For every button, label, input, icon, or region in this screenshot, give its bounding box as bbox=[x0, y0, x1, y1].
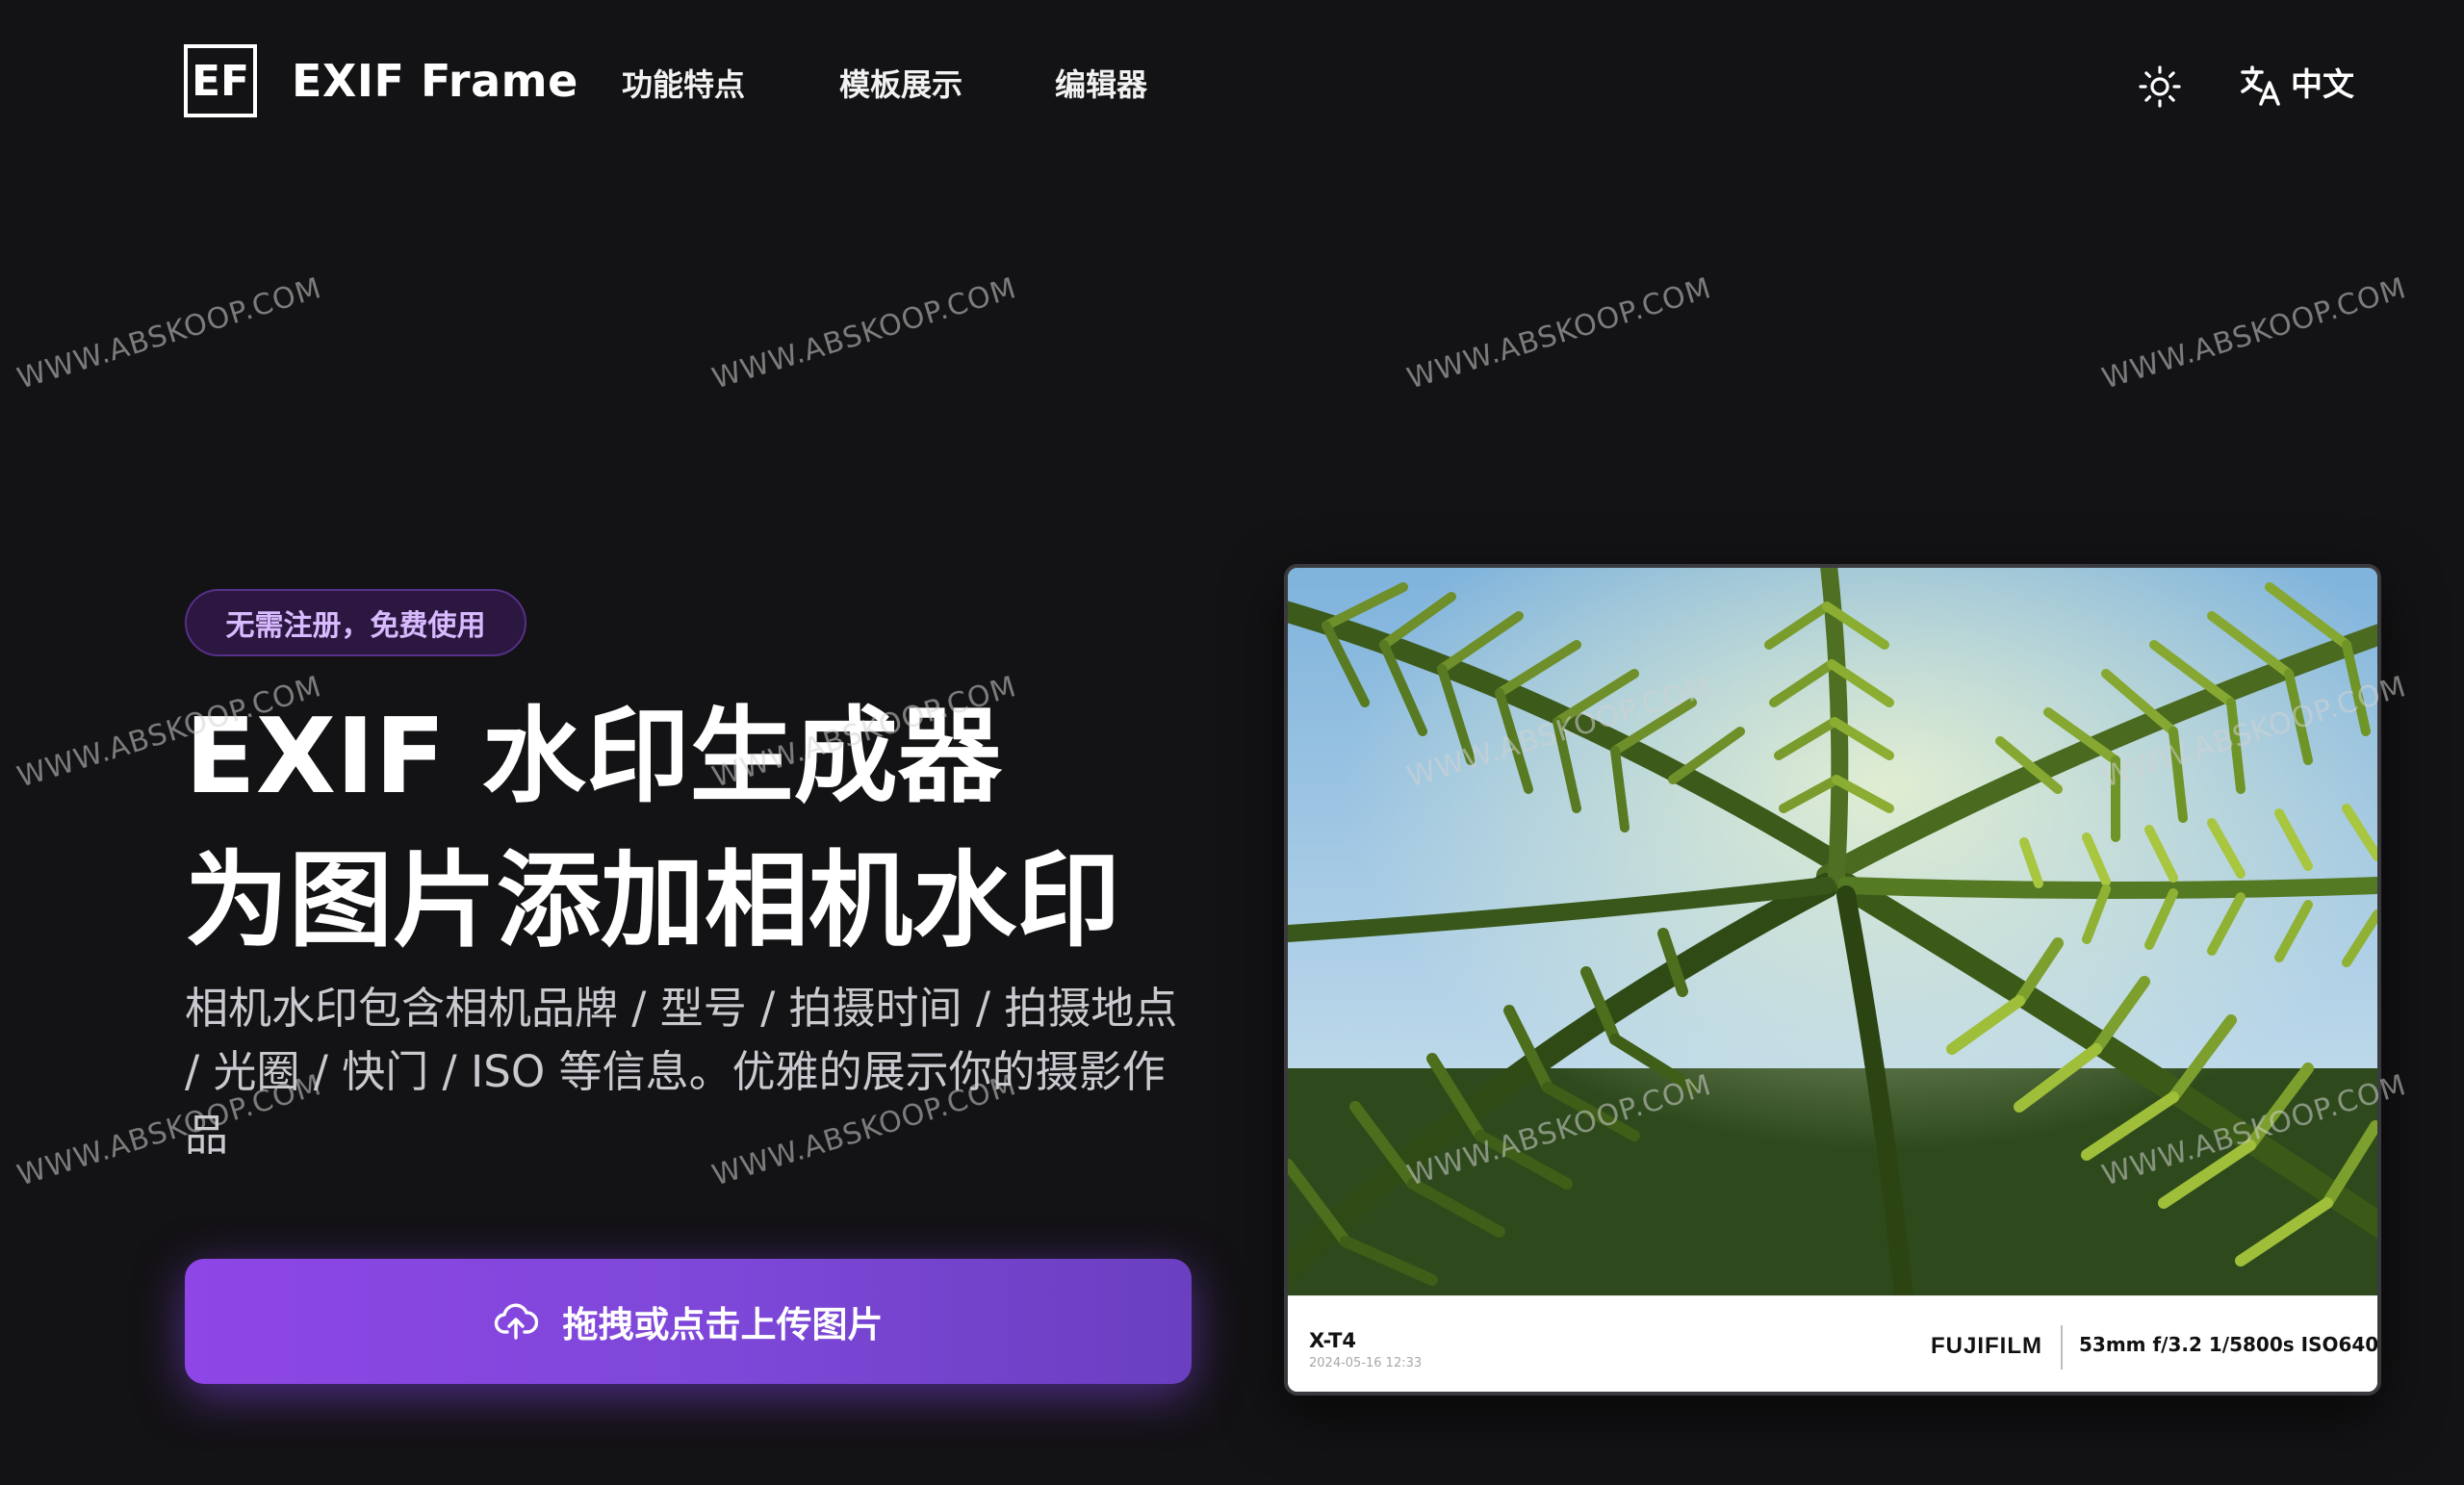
page: EF EXIF Frame 功能特点 模板展示 编辑器 中文 无需注册，免费使用… bbox=[0, 0, 2464, 1485]
watermark-text: WWW.ABSKOOP.COM bbox=[1403, 270, 1716, 397]
preview-card: X-T4 2024-05-16 12:33 FUJIFILM 53mm f/3.… bbox=[1284, 564, 2381, 1395]
language-switch[interactable]: 中文 bbox=[2291, 64, 2354, 106]
exposure-params: 53mm f/3.2 1/5800s ISO640 bbox=[2079, 1333, 2379, 1356]
top-navbar: EF EXIF Frame 功能特点 模板展示 编辑器 中文 bbox=[0, 0, 2464, 169]
exif-info-bar: X-T4 2024-05-16 12:33 FUJIFILM 53mm f/3.… bbox=[1288, 1295, 2377, 1392]
hero-title-line-2: 为图片添加相机水印 bbox=[185, 841, 1121, 961]
logo-text[interactable]: EXIF Frame bbox=[292, 52, 578, 110]
sun-icon[interactable] bbox=[2137, 64, 2183, 110]
nav-item-features[interactable]: 功能特点 bbox=[622, 64, 745, 106]
exif-divider bbox=[2061, 1325, 2063, 1370]
translate-icon[interactable] bbox=[2239, 64, 2283, 108]
sample-photo bbox=[1288, 568, 2377, 1295]
capture-date: 2024-05-16 12:33 bbox=[1309, 1356, 1423, 1370]
upload-button-label: 拖拽或点击上传图片 bbox=[562, 1304, 884, 1345]
logo-mark[interactable]: EF bbox=[184, 44, 257, 117]
upload-button[interactable]: 拖拽或点击上传图片 bbox=[185, 1259, 1192, 1384]
nav-item-editor[interactable]: 编辑器 bbox=[1055, 64, 1147, 106]
camera-model: X-T4 bbox=[1309, 1329, 1357, 1352]
hero-title-line-1: EXIF 水印生成器 bbox=[185, 697, 1002, 817]
nav-item-templates[interactable]: 模板展示 bbox=[839, 64, 962, 106]
brand-logo: FUJIFILM bbox=[1931, 1333, 2042, 1359]
hero-description: 相机水印包含相机品牌 / 型号 / 拍摄时间 / 拍摄地点 / 光圈 / 快门 … bbox=[185, 983, 1178, 1161]
watermark-text: WWW.ABSKOOP.COM bbox=[708, 270, 1021, 397]
cloud-upload-icon bbox=[494, 1299, 538, 1344]
watermark-text: WWW.ABSKOOP.COM bbox=[13, 270, 326, 397]
hero-title: EXIF 水印生成器 为图片添加相机水印 bbox=[185, 685, 1253, 974]
free-badge: 无需注册，免费使用 bbox=[185, 589, 526, 656]
watermark-text: WWW.ABSKOOP.COM bbox=[2098, 270, 2411, 397]
